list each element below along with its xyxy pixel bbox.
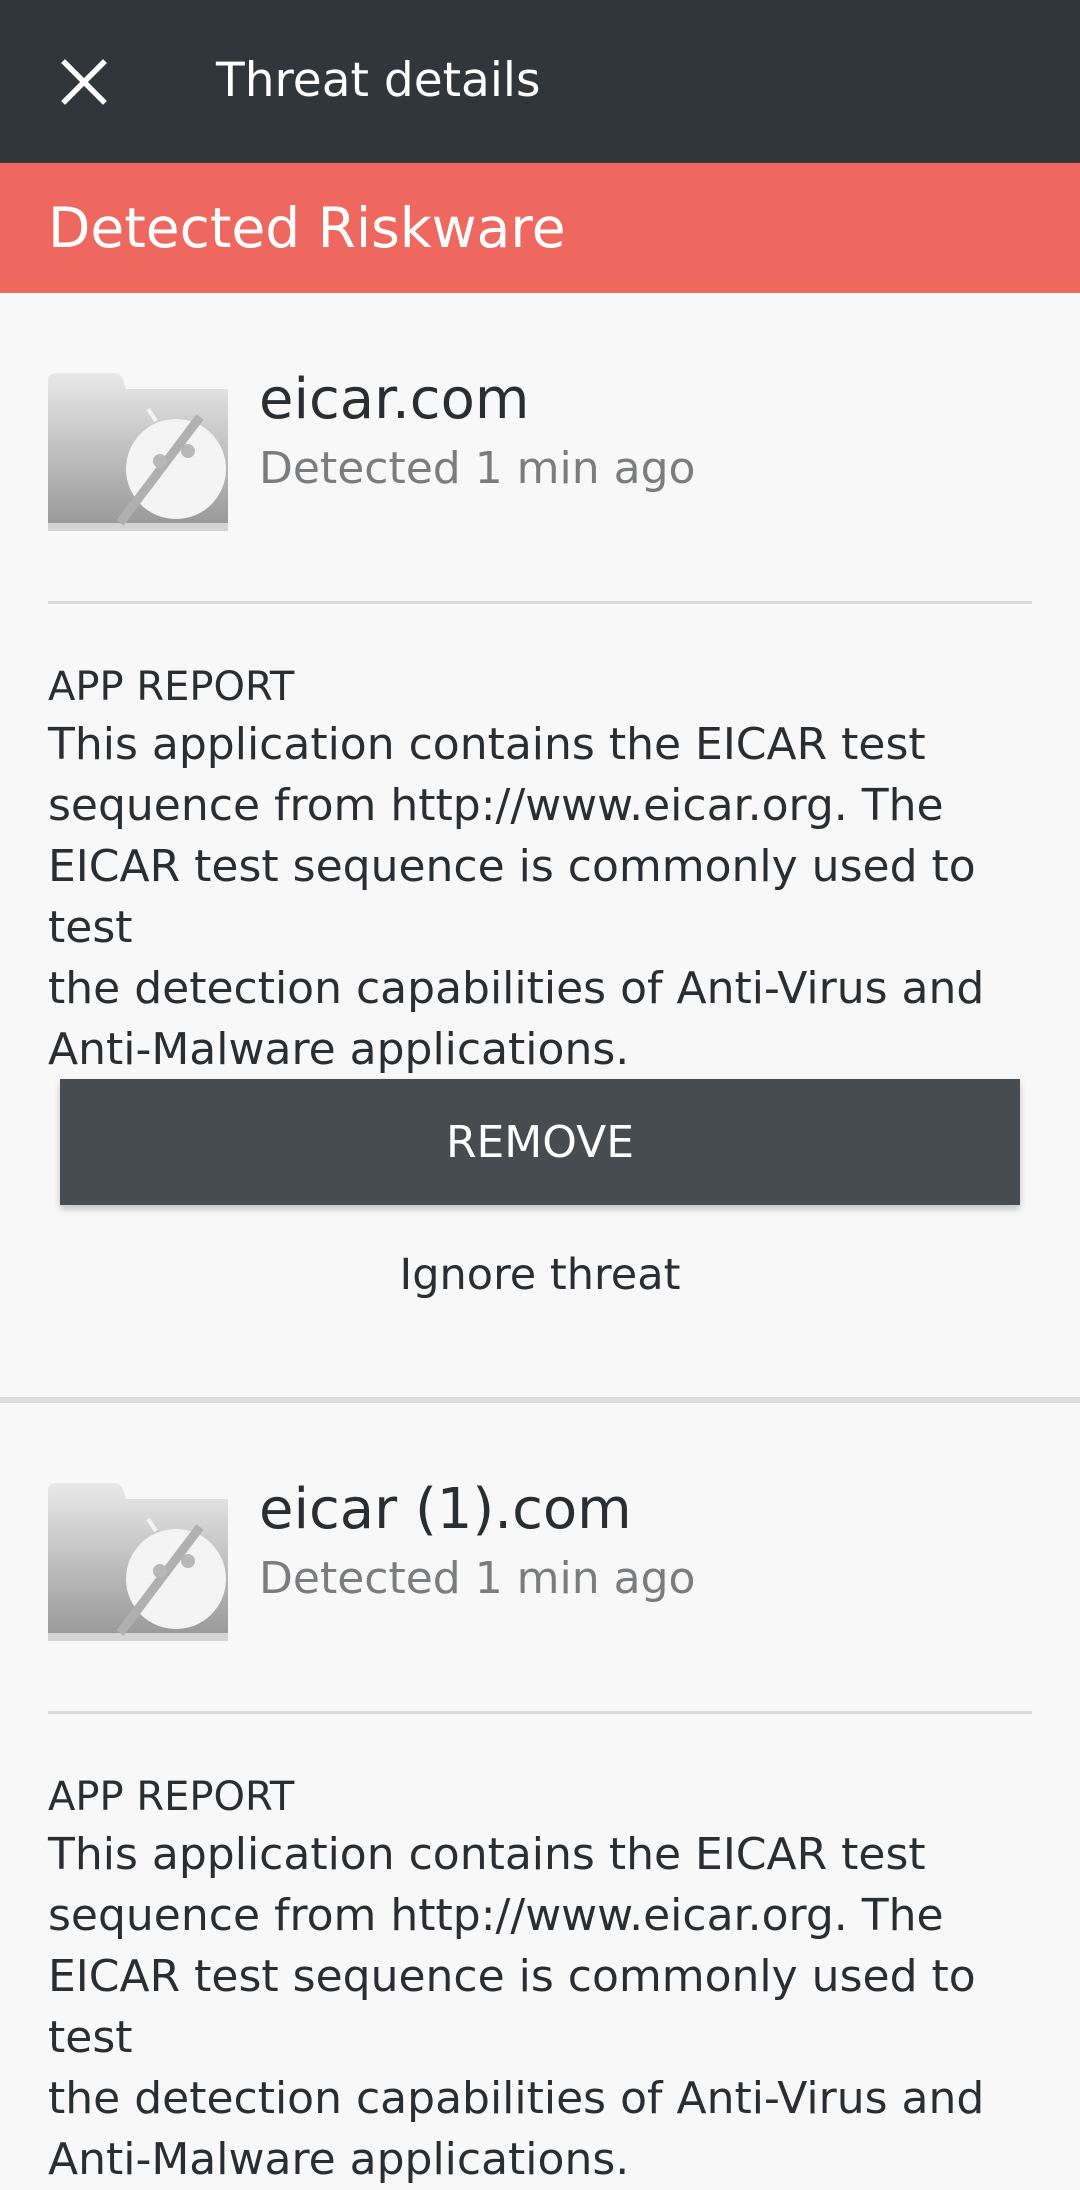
app-report-heading: APP REPORT bbox=[48, 1774, 295, 1820]
android-file-icon bbox=[48, 373, 228, 531]
app-report-text: This application contains the EICAR test… bbox=[48, 714, 1048, 1080]
threat-card: eicar.com Detected 1 min ago APP REPORT … bbox=[0, 293, 1080, 1403]
divider bbox=[48, 601, 1032, 604]
detected-time: Detected 1 min ago bbox=[259, 1553, 696, 1604]
remove-button[interactable]: REMOVE bbox=[60, 1079, 1020, 1205]
close-button[interactable] bbox=[34, 34, 134, 130]
report-line: the detection capabilities of Anti-Virus… bbox=[48, 2073, 985, 2124]
report-line: the detection capabilities of Anti-Virus… bbox=[48, 963, 985, 1014]
report-line: EICAR test sequence is commonly used to … bbox=[48, 1951, 976, 2063]
detected-time: Detected 1 min ago bbox=[259, 443, 696, 494]
android-file-icon bbox=[48, 1483, 228, 1641]
close-icon bbox=[61, 59, 107, 105]
report-line: EICAR test sequence is commonly used to … bbox=[48, 841, 976, 953]
report-line: Anti-Malware applications. bbox=[48, 1024, 630, 1075]
app-bar: Threat details bbox=[0, 0, 1080, 163]
remove-button-label: REMOVE bbox=[445, 1116, 635, 1168]
report-line: This application contains the EICAR test bbox=[48, 719, 926, 770]
divider bbox=[48, 1711, 1032, 1714]
app-report-text: This application contains the EICAR test… bbox=[48, 1824, 1048, 2190]
report-line: sequence from http://www.eicar.org. The bbox=[48, 1890, 944, 1941]
report-line: This application contains the EICAR test bbox=[48, 1829, 926, 1880]
threat-card: eicar (1).com Detected 1 min ago APP REP… bbox=[0, 1403, 1080, 2185]
ignore-threat-button[interactable]: Ignore threat bbox=[0, 1247, 1080, 1303]
threat-app-name: eicar (1).com bbox=[259, 1477, 632, 1542]
threat-app-name: eicar.com bbox=[259, 367, 530, 432]
report-line: sequence from http://www.eicar.org. The bbox=[48, 780, 944, 831]
threat-category-label: Detected Riskware bbox=[48, 196, 566, 260]
threat-category-banner: Detected Riskware bbox=[0, 163, 1080, 293]
app-report-heading: APP REPORT bbox=[48, 664, 295, 710]
page-title: Threat details bbox=[216, 53, 541, 108]
report-line: Anti-Malware applications. bbox=[48, 2134, 630, 2185]
